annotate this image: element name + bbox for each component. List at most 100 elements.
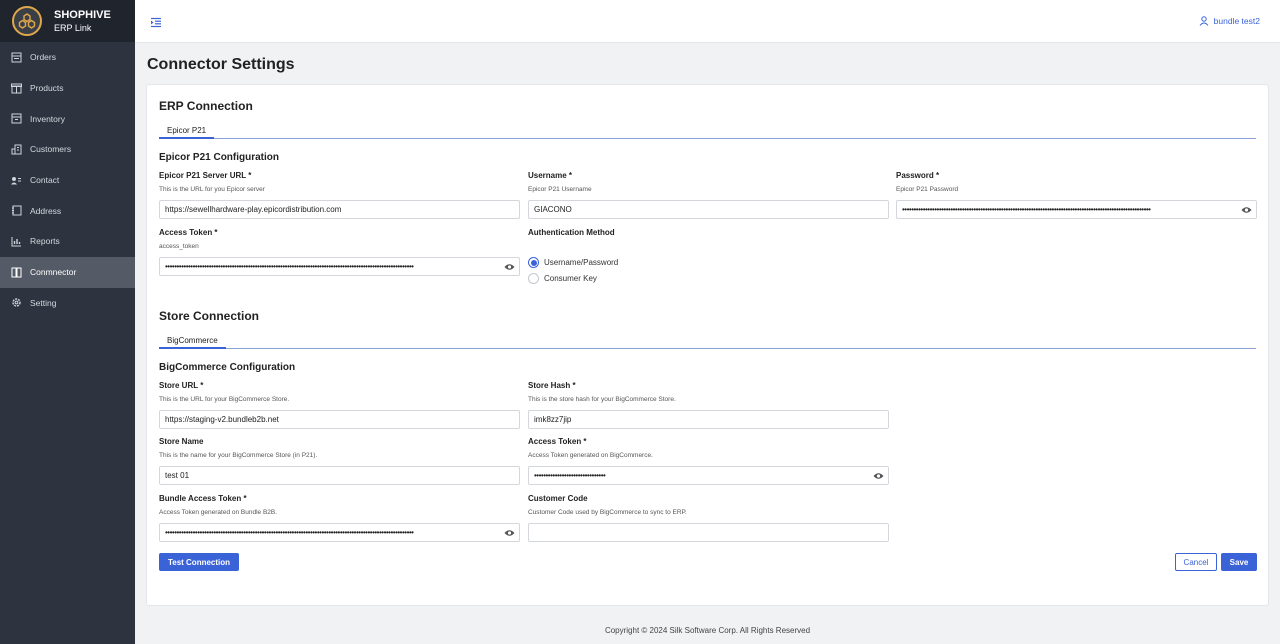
bigcommerce-config-title: BigCommerce Configuration <box>159 362 296 373</box>
eye-icon[interactable] <box>873 472 884 482</box>
store-tab-bar: BigCommerce <box>159 333 1256 349</box>
radio-username-password[interactable]: Username/Password <box>528 257 618 268</box>
archive-icon <box>10 113 22 125</box>
customer-code-input[interactable] <box>528 523 889 542</box>
sidebar-item-label: Setting <box>30 297 57 308</box>
radio-button[interactable] <box>528 273 539 284</box>
customer-code-help: Customer Code used by BigCommerce to syn… <box>528 509 687 516</box>
sidebar-item-connector[interactable]: Conmnector <box>0 256 135 288</box>
erp-tab-bar: Epicor P21 <box>159 123 1256 139</box>
shophive-logo-icon <box>12 6 42 36</box>
eye-icon[interactable] <box>1241 206 1252 216</box>
sidebar-item-reports[interactable]: Reports <box>0 226 135 257</box>
store-hash-label: Store Hash * <box>528 381 576 390</box>
erp-section-title: ERP Connection <box>159 99 253 113</box>
radio-button-selected[interactable] <box>528 257 539 268</box>
building-icon <box>10 143 22 155</box>
bc-access-token-help: Access Token generated on BigCommerce. <box>528 452 653 459</box>
bc-access-token-label: Access Token * <box>528 437 587 446</box>
bundle-token-value: ••••••••••••••••••••••••••••••••••••••••… <box>165 528 414 537</box>
store-url-input[interactable]: https://staging-v2.bundleb2b.net <box>159 410 520 429</box>
tab-bigcommerce[interactable]: BigCommerce <box>159 333 226 349</box>
user-name: bundle test2 <box>1213 16 1260 26</box>
user-icon <box>1199 16 1209 26</box>
radio-consumer-key[interactable]: Consumer Key <box>528 273 597 284</box>
username-help: Epicor P21 Username <box>528 186 592 193</box>
server-url-input[interactable]: https://sewellhardware-play.epicordistri… <box>159 200 520 219</box>
sidebar-item-label: Conmnector <box>30 267 77 278</box>
connector-icon <box>10 266 22 278</box>
copyright-footer: Copyright © 2024 Silk Software Corp. All… <box>604 626 811 635</box>
cancel-button[interactable]: Cancel <box>1175 553 1217 571</box>
bc-access-token-input[interactable]: ••••••••••••••••••••••••••••••• <box>528 466 889 485</box>
menu-collapse-icon[interactable] <box>150 15 162 33</box>
sidebar-item-label: Customers <box>30 144 72 155</box>
address-book-icon <box>10 205 22 217</box>
sidebar-item-inventory[interactable]: Inventory <box>0 103 135 134</box>
access-token-field: Access Token * access_token ••••••••••••… <box>159 228 520 276</box>
username-field: Username * Epicor P21 Username GIACONO <box>528 171 889 219</box>
server-url-help: This is the URL for you Epicor server <box>159 186 265 193</box>
eye-icon[interactable] <box>504 263 515 273</box>
store-url-label: Store URL * <box>159 381 204 390</box>
sidebar-item-label: Orders <box>30 52 56 63</box>
password-value: ••••••••••••••••••••••••••••••••••••••••… <box>902 205 1151 214</box>
username-input[interactable]: GIACONO <box>528 200 889 219</box>
password-input[interactable]: ••••••••••••••••••••••••••••••••••••••••… <box>896 200 1257 219</box>
box-icon <box>10 82 22 94</box>
store-hash-help: This is the store hash for your BigComme… <box>528 396 676 403</box>
contact-card-icon <box>10 174 22 186</box>
page-title: Connector Settings <box>147 56 295 73</box>
bc-access-token-field: Access Token * Access Token generated on… <box>528 437 889 485</box>
access-token-input[interactable]: ••••••••••••••••••••••••••••••••••••••••… <box>159 257 520 276</box>
sidebar-item-label: Reports <box>30 236 60 247</box>
auth-method-field: Authentication Method <box>528 228 889 237</box>
bundle-token-label: Bundle Access Token * <box>159 494 247 503</box>
bc-access-token-value: ••••••••••••••••••••••••••••••• <box>534 471 606 480</box>
radio-label: Consumer Key <box>544 274 597 283</box>
top-bar: bundle test2 <box>135 0 1280 43</box>
sidebar-item-label: Products <box>30 83 64 94</box>
brand[interactable]: SHOPHIVE ERP Link <box>0 0 135 42</box>
auth-method-label: Authentication Method <box>528 228 615 237</box>
sidebar-item-label: Inventory <box>30 113 65 124</box>
orders-icon <box>10 51 22 63</box>
password-help: Epicor P21 Password <box>896 186 959 193</box>
access-token-help: access_token <box>159 243 199 250</box>
store-url-field: Store URL * This is the URL for your Big… <box>159 381 520 429</box>
store-name-field: Store Name This is the name for your Big… <box>159 437 520 485</box>
password-label: Password * <box>896 171 940 180</box>
access-token-value: ••••••••••••••••••••••••••••••••••••••••… <box>165 262 414 271</box>
bundle-token-input[interactable]: ••••••••••••••••••••••••••••••••••••••••… <box>159 523 520 542</box>
sidebar-item-address[interactable]: Address <box>0 195 135 226</box>
epicor-config-title: Epicor P21 Configuration <box>159 152 280 163</box>
sidebar: SHOPHIVE ERP Link Orders Products Invent… <box>0 0 135 644</box>
store-name-input[interactable]: test 01 <box>159 466 520 485</box>
store-name-help: This is the name for your BigCommerce St… <box>159 452 318 459</box>
radio-label: Username/Password <box>544 258 619 267</box>
password-field: Password * Epicor P21 Password •••••••••… <box>896 171 1257 219</box>
store-url-help: This is the URL for your BigCommerce Sto… <box>159 396 290 403</box>
sidebar-item-products[interactable]: Products <box>0 73 135 104</box>
sidebar-item-contact[interactable]: Contact <box>0 165 135 196</box>
bundle-token-field: Bundle Access Token * Access Token gener… <box>159 494 520 542</box>
sidebar-item-orders[interactable]: Orders <box>0 42 135 73</box>
store-hash-field: Store Hash * This is the store hash for … <box>528 381 889 429</box>
connector-settings-card: ERP Connection Epicor P21 Epicor P21 Con… <box>146 84 1269 606</box>
brand-subtitle: ERP Link <box>54 22 92 33</box>
user-menu[interactable]: bundle test2 <box>1199 16 1260 26</box>
sidebar-nav: Orders Products Inventory Customers Cont… <box>0 42 135 318</box>
test-connection-button[interactable]: Test Connection <box>159 553 239 571</box>
store-hash-input[interactable]: imk8zz7jip <box>528 410 889 429</box>
server-url-label: Epicor P21 Server URL * <box>159 171 252 180</box>
sidebar-item-customers[interactable]: Customers <box>0 134 135 165</box>
sidebar-item-label: Contact <box>30 175 60 186</box>
store-name-label: Store Name <box>159 437 204 446</box>
brand-title: SHOPHIVE <box>54 8 111 21</box>
tab-epicor-p21[interactable]: Epicor P21 <box>159 123 215 139</box>
bar-chart-icon <box>10 235 22 247</box>
eye-icon[interactable] <box>504 529 515 539</box>
username-label: Username * <box>528 171 573 180</box>
save-button[interactable]: Save <box>1221 553 1257 571</box>
sidebar-item-setting[interactable]: Setting <box>0 288 135 319</box>
